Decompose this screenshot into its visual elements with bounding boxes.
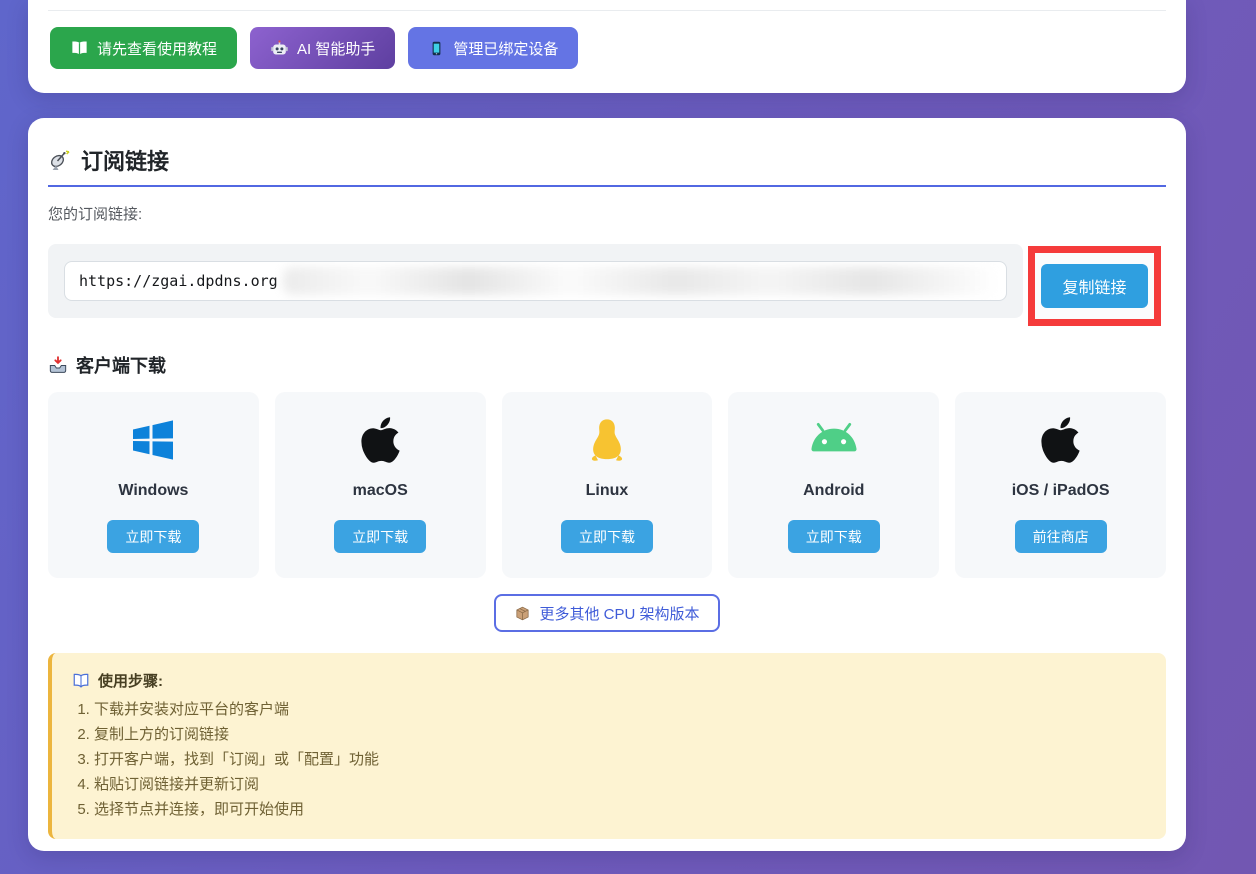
subscription-url-container: https://zgai.dpdns.org [48, 244, 1023, 318]
platform-name: Windows [118, 482, 188, 500]
divider [48, 10, 1166, 11]
platform-card-macos: macOS 立即下载 [275, 392, 486, 578]
toolbar-button-row: 请先查看使用教程 AI 智能助手 管理已绑定设备 [50, 27, 1186, 69]
download-tray-icon [48, 355, 68, 375]
open-book-icon [72, 672, 90, 690]
windows-icon [128, 412, 178, 468]
usage-steps-list: 下载并安装对应平台的客户端 复制上方的订阅链接 打开客户端，找到「订阅」或「配置… [94, 702, 1146, 818]
manage-devices-button[interactable]: 管理已绑定设备 [408, 27, 578, 69]
platform-grid: Windows 立即下载 macOS 立即下载 Linux 立即下载 Andro… [48, 392, 1166, 578]
view-tutorial-label: 请先查看使用教程 [97, 38, 217, 59]
usage-step: 下载并安装对应平台的客户端 [94, 702, 1146, 718]
usage-step: 复制上方的订阅链接 [94, 727, 1146, 743]
download-linux-button[interactable]: 立即下载 [561, 520, 653, 553]
manage-devices-label: 管理已绑定设备 [453, 38, 558, 59]
phone-icon [428, 39, 445, 58]
android-icon [806, 412, 862, 468]
download-android-button[interactable]: 立即下载 [788, 520, 880, 553]
subscription-title-text: 订阅链接 [81, 144, 169, 176]
ai-assistant-button[interactable]: AI 智能助手 [250, 27, 395, 69]
download-windows-button[interactable]: 立即下载 [107, 520, 199, 553]
satellite-antenna-icon [48, 148, 72, 172]
ai-assistant-label: AI 智能助手 [297, 38, 375, 59]
platform-card-windows: Windows 立即下载 [48, 392, 259, 578]
subscription-url-text: https://zgai.dpdns.org [79, 272, 278, 290]
platform-card-ios: iOS / iPadOS 前往商店 [955, 392, 1166, 578]
apple-icon [361, 412, 400, 468]
redacted-url-blur [283, 267, 998, 295]
usage-steps-title: 使用步骤: [72, 670, 1146, 691]
downloads-section-title: 客户端下载 [48, 352, 1166, 378]
downloads-title-text: 客户端下载 [76, 352, 166, 378]
linux-tux-icon [584, 412, 630, 468]
platform-card-linux: Linux 立即下载 [502, 392, 713, 578]
usage-step: 选择节点并连接，即可开始使用 [94, 802, 1146, 818]
copy-link-button[interactable]: 复制链接 [1041, 264, 1148, 308]
more-cpu-versions-label: 更多其他 CPU 架构版本 [539, 603, 699, 624]
platform-name: Linux [586, 482, 629, 500]
platform-name: Android [803, 482, 864, 500]
usage-steps-title-text: 使用步骤: [98, 670, 163, 691]
usage-step: 打开客户端，找到「订阅」或「配置」功能 [94, 752, 1146, 768]
subscription-section-title: 订阅链接 [48, 118, 1166, 187]
subscription-url-row: https://zgai.dpdns.org 复制链接 [48, 244, 1166, 324]
go-to-store-button[interactable]: 前往商店 [1015, 520, 1107, 553]
view-tutorial-button[interactable]: 请先查看使用教程 [50, 27, 237, 69]
robot-icon [270, 39, 289, 58]
platform-name: macOS [353, 482, 408, 500]
toolbar-card: 请先查看使用教程 AI 智能助手 管理已绑定设备 [28, 0, 1186, 93]
platform-name: iOS / iPadOS [1012, 482, 1110, 500]
more-cpu-versions-button[interactable]: 更多其他 CPU 架构版本 [494, 594, 719, 632]
subscription-url-label: 您的订阅链接: [48, 203, 1166, 224]
package-icon [514, 605, 531, 622]
subscription-card: 订阅链接 您的订阅链接: https://zgai.dpdns.org 复制链接… [28, 118, 1186, 851]
red-highlight-annotation: 复制链接 [1028, 246, 1161, 326]
subscription-url-input[interactable]: https://zgai.dpdns.org [64, 261, 1007, 301]
cpu-button-row: 更多其他 CPU 架构版本 [48, 594, 1166, 632]
apple-icon [1041, 412, 1080, 468]
download-macos-button[interactable]: 立即下载 [334, 520, 426, 553]
usage-steps-box: 使用步骤: 下载并安装对应平台的客户端 复制上方的订阅链接 打开客户端，找到「订… [48, 653, 1166, 839]
platform-card-android: Android 立即下载 [728, 392, 939, 578]
book-icon [70, 39, 89, 58]
usage-step: 粘贴订阅链接并更新订阅 [94, 777, 1146, 793]
